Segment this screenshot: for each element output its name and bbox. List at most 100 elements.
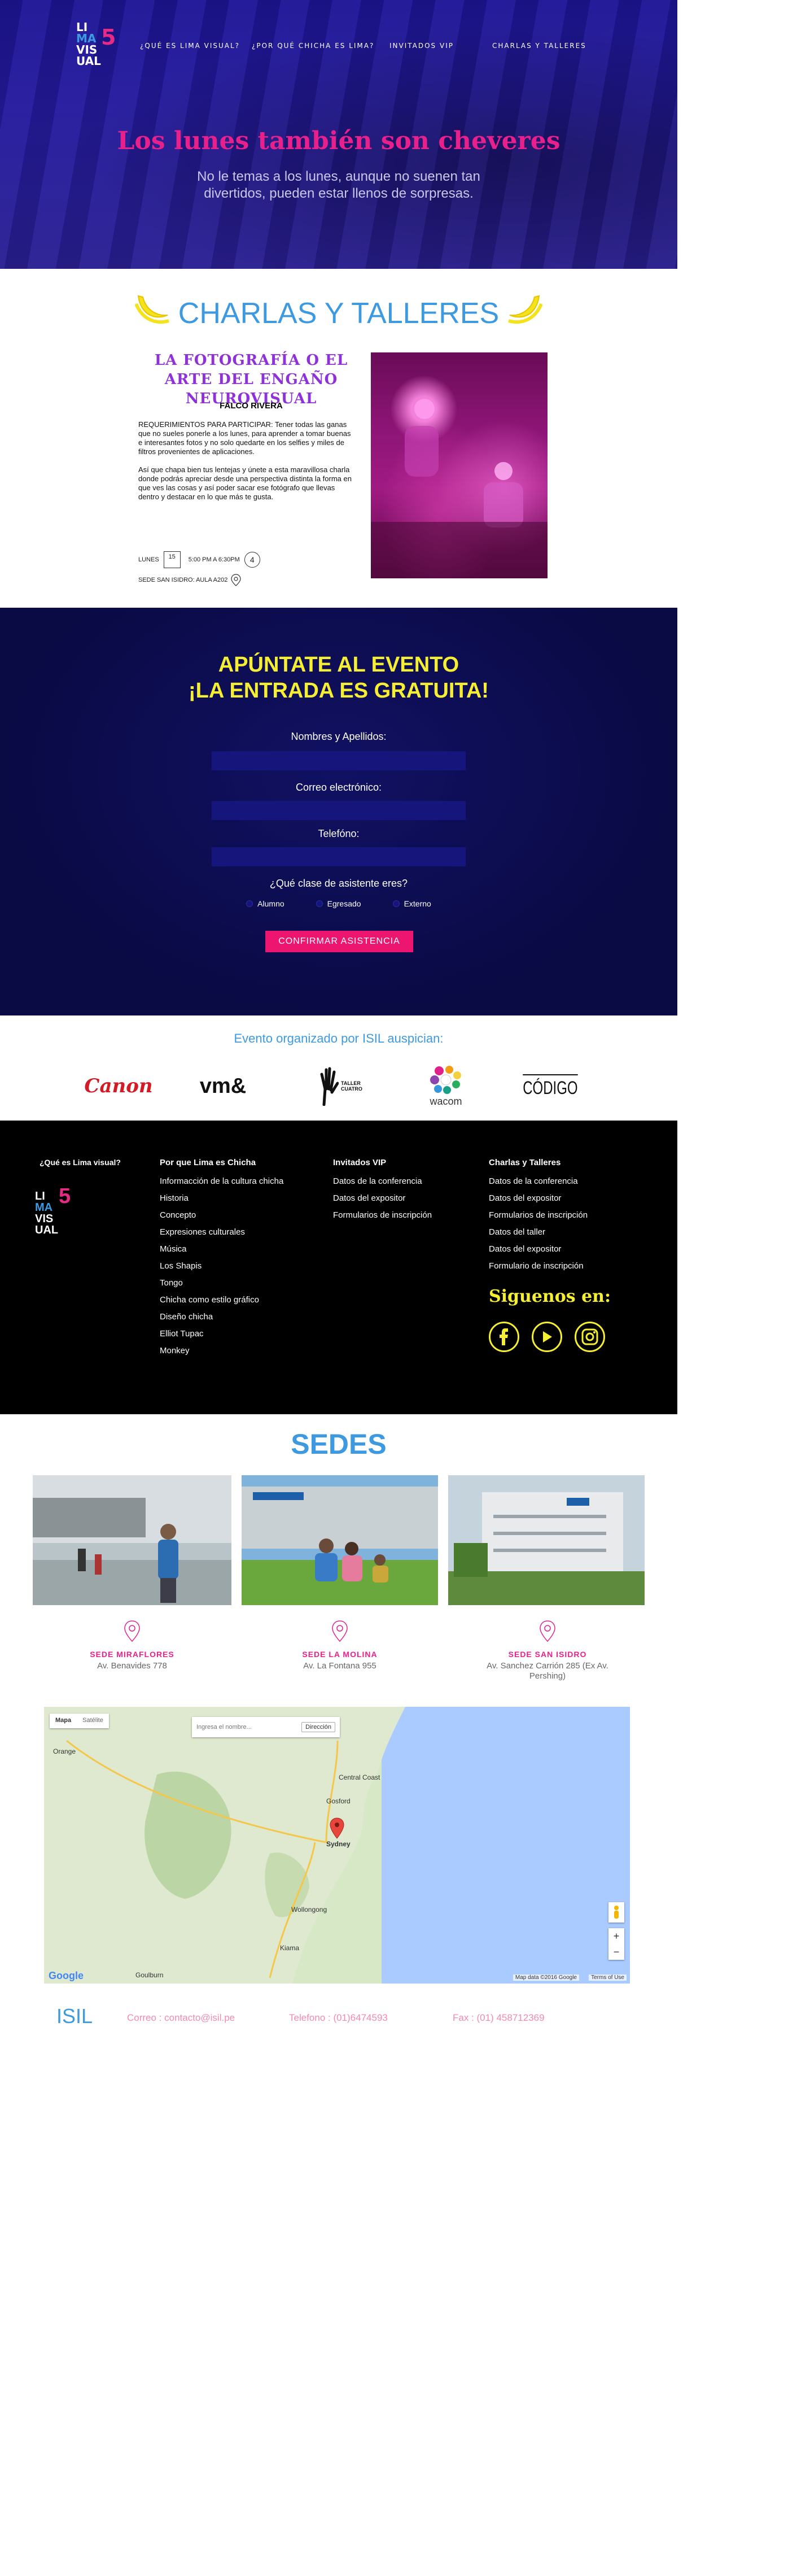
sedes-section: SEDES SEDE MIRAFLORES Av. Benavides 778 … xyxy=(0,1414,677,1985)
footer-link[interactable]: Datos de la conferencia xyxy=(489,1173,588,1190)
logo-line: UAL xyxy=(76,54,101,68)
sponsors-section: Evento organizado por ISIL auspician: Ca… xyxy=(0,1015,677,1121)
lima-visual-logo[interactable]: LI MA VIS UAL 5 xyxy=(76,21,121,67)
location-pin-icon xyxy=(124,1620,140,1642)
map-type-control: Mapa Satélite xyxy=(50,1714,109,1728)
footer-link[interactable]: Datos del expositor xyxy=(489,1190,588,1207)
map-attribution: Map data ©2016 Google xyxy=(513,1975,579,1981)
map-city-label: Goulburn xyxy=(135,1971,164,1979)
radio-dot[interactable] xyxy=(246,900,253,907)
wacom-logo[interactable]: wacom xyxy=(418,1061,474,1112)
zoom-in-button[interactable]: + xyxy=(614,1930,620,1942)
sponsor-logos: Canon vm& TALLER CUATRO wacom CÓDIGO xyxy=(0,1061,677,1112)
wacom-text: wacom xyxy=(430,1095,462,1107)
codigo-text: CÓDIGO xyxy=(523,1074,578,1099)
footer-link[interactable]: Los Shapis xyxy=(160,1258,283,1275)
logo-line: UAL xyxy=(35,1224,59,1236)
phone-field[interactable] xyxy=(212,847,466,866)
map-marker-icon[interactable] xyxy=(330,1817,344,1839)
footer-heading-charlas[interactable]: Charlas y Talleres xyxy=(489,1158,588,1167)
map-terms-link[interactable]: Terms of Use xyxy=(589,1975,627,1981)
nav-charlas-talleres[interactable]: CHARLAS Y TALLERES xyxy=(492,42,594,50)
instagram-icon[interactable] xyxy=(575,1322,605,1352)
event-requirements: REQUERIMIENTOS PARA PARTICIPAR: Tener to… xyxy=(138,420,351,456)
map-search-input[interactable] xyxy=(196,1724,297,1731)
charlas-section: CHARLAS Y TALLERES LA FOTOGRAFÍA O EL AR… xyxy=(0,269,677,608)
confirm-attendance-button[interactable]: CONFIRMAR ASISTENCIA xyxy=(265,931,413,952)
footer-link[interactable]: Música xyxy=(160,1241,283,1258)
map-search-button[interactable]: Dirección xyxy=(301,1722,335,1732)
map-city-label: Gosford xyxy=(326,1797,351,1805)
radio-alumno[interactable]: Alumno xyxy=(246,899,284,908)
footer-heading-vip[interactable]: Invitados VIP xyxy=(333,1158,432,1167)
sede-miraflores-photo xyxy=(33,1475,231,1605)
taller-cuatro-logo[interactable]: TALLER CUATRO xyxy=(313,1061,375,1112)
map-city-label: Kiama xyxy=(280,1944,300,1952)
footer-link[interactable]: Formularios de inscripción xyxy=(489,1207,588,1224)
contact-phone: Telefono : (01)6474593 xyxy=(289,2012,388,2023)
youtube-icon[interactable] xyxy=(532,1322,562,1352)
registration-title-line2: ¡LA ENTRADA ES GRATUITA! xyxy=(189,679,489,703)
logo-line: VIS xyxy=(35,1213,54,1225)
codigo-logo[interactable]: CÓDIGO xyxy=(519,1061,581,1112)
footer-link[interactable]: Informacción de la cultura chicha xyxy=(160,1173,283,1190)
contact-email[interactable]: Correo : contacto@isil.pe xyxy=(127,2012,235,2024)
sede-name: SEDE MIRAFLORES xyxy=(90,1650,174,1659)
name-label: Nombres y Apellidos: xyxy=(291,731,387,742)
contact-fax: Fax : (01) 458712369 xyxy=(453,2012,545,2023)
radio-dot[interactable] xyxy=(392,900,400,907)
map-city-label: Orange xyxy=(53,1747,76,1755)
google-map[interactable]: Mapa Satélite Dirección Orange Central C… xyxy=(44,1707,630,1984)
canon-logo[interactable]: Canon xyxy=(73,1061,164,1112)
nav-por-que-chicha[interactable]: ¿POR QUÉ CHICHA ES LIMA? xyxy=(252,42,389,50)
arrow-circle-icon[interactable]: 4 xyxy=(244,552,260,568)
nav-invitados-vip[interactable]: INVITADOS VIP xyxy=(389,42,492,50)
phone-label: Telefóno: xyxy=(318,828,360,839)
footer-heading-chicha[interactable]: Por que Lima es Chicha xyxy=(160,1158,283,1167)
footer-link[interactable]: Datos de la conferencia xyxy=(333,1173,432,1190)
pegman-icon[interactable] xyxy=(608,1902,624,1923)
vm-logo[interactable]: vm& xyxy=(186,1061,260,1112)
main-nav: ¿QUÉ ES LIMA VISUAL? ¿POR QUÉ CHICHA ES … xyxy=(140,42,594,50)
isil-brand[interactable]: ISIL xyxy=(56,2004,93,2028)
map-city-label: Central Coast xyxy=(339,1773,380,1781)
banana-right-icon xyxy=(507,291,543,333)
footer-link[interactable]: Diseño chicha xyxy=(160,1309,283,1326)
logo-number: 5 xyxy=(59,1184,71,1208)
location-pin-icon xyxy=(540,1620,555,1642)
footer-link[interactable]: Historia xyxy=(160,1190,283,1207)
footer-link[interactable]: Datos del taller xyxy=(489,1224,588,1241)
footer-link[interactable]: Monkey xyxy=(160,1343,283,1359)
footer-link[interactable]: ¿Qué es Lima visual? xyxy=(40,1158,121,1167)
footer-link[interactable]: Formularios de inscripción xyxy=(333,1207,432,1224)
footer-link[interactable]: Chicha como estilo gráfico xyxy=(160,1292,283,1309)
canon-logo-text: Canon xyxy=(84,1075,153,1097)
footer-link[interactable]: Datos del expositor xyxy=(333,1190,432,1207)
event-title: LA FOTOGRAFÍA O EL ARTE DEL ENGAÑO NEURO… xyxy=(154,352,348,407)
footer-link[interactable]: Elliot Tupac xyxy=(160,1326,283,1343)
nav-que-es-lima-visual[interactable]: ¿QUÉ ES LIMA VISUAL? xyxy=(140,42,252,50)
event-day: LUNES xyxy=(138,556,159,563)
footer-link[interactable]: Tongo xyxy=(160,1275,283,1292)
map-tab-satellite[interactable]: Satélite xyxy=(77,1714,109,1728)
footer-link[interactable]: Concepto xyxy=(160,1207,283,1224)
zoom-out-button[interactable]: − xyxy=(614,1946,620,1958)
footer-link[interactable]: Formulario de inscripción xyxy=(489,1258,588,1275)
footer-col-chicha: Por que Lima es Chicha Informacción de la… xyxy=(160,1158,283,1359)
footer-link[interactable]: Expresiones culturales xyxy=(160,1224,283,1241)
radio-egresado[interactable]: Egresado xyxy=(316,899,361,908)
name-field[interactable] xyxy=(212,751,466,770)
map-tab-map[interactable]: Mapa xyxy=(50,1714,77,1728)
radio-label: Egresado xyxy=(327,899,361,908)
vm-logo-text: vm& xyxy=(199,1074,247,1098)
event-schedule: LUNES 15 5:00 PM A 6:30PM 4 xyxy=(138,551,260,568)
radio-label: Externo xyxy=(404,899,431,908)
radio-dot[interactable] xyxy=(316,900,323,907)
follow-us-heading: Siguenos en: xyxy=(489,1287,611,1306)
footer-link[interactable]: Datos del expositor xyxy=(489,1241,588,1258)
hero-section: LI MA VIS UAL 5 ¿QUÉ ES LIMA VISUAL? ¿PO… xyxy=(0,0,677,269)
facebook-icon[interactable] xyxy=(489,1322,519,1352)
email-field[interactable] xyxy=(212,801,466,820)
radio-externo[interactable]: Externo xyxy=(392,899,431,908)
footer-logo[interactable]: LI MA VIS UAL 5 xyxy=(35,1184,75,1236)
